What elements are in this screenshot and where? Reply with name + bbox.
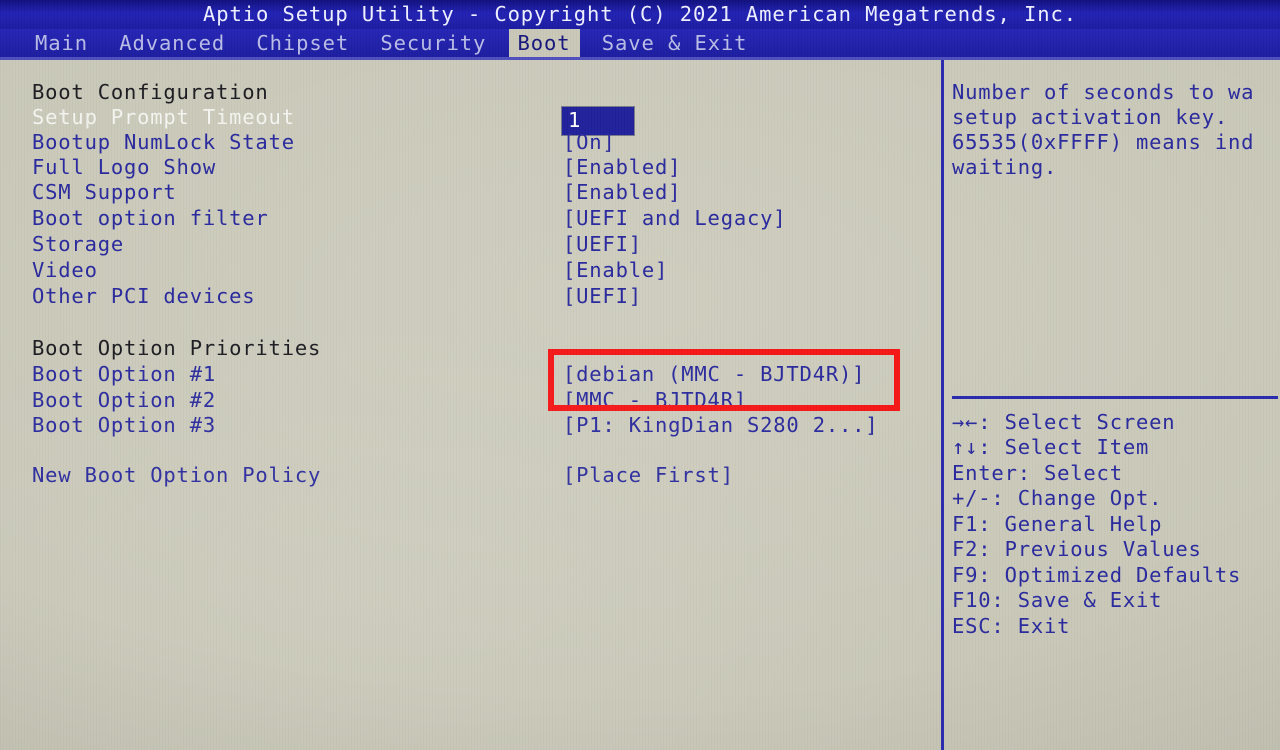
setting-label: Boot Option #1 bbox=[32, 362, 216, 386]
setting-value[interactable]: [UEFI] bbox=[563, 284, 642, 309]
setting-row-video[interactable]: Video [Enable] bbox=[0, 258, 941, 283]
section-header-boot-configuration: Boot Configuration bbox=[0, 80, 941, 105]
menu-tab-save-exit[interactable]: Save & Exit bbox=[593, 29, 757, 57]
setting-row-storage[interactable]: Storage [UEFI] bbox=[0, 232, 941, 257]
setting-value[interactable]: [Enable] bbox=[563, 258, 668, 283]
menu-tab-boot[interactable]: Boot bbox=[508, 29, 580, 57]
legend-previous-values: F2: Previous Values bbox=[952, 537, 1202, 561]
setting-value[interactable]: [MMC - BJTD4R] bbox=[563, 388, 747, 413]
help-text-line: Number of seconds to wa bbox=[952, 80, 1255, 104]
setting-row-boot-option-2[interactable]: Boot Option #2 [MMC - BJTD4R] bbox=[0, 388, 941, 413]
legend-enter-select: Enter: Select bbox=[952, 461, 1123, 485]
setting-value[interactable]: [Enabled] bbox=[563, 155, 681, 180]
menu-tab-advanced[interactable]: Advanced bbox=[110, 29, 234, 57]
help-pane: Number of seconds to wa setup activation… bbox=[944, 60, 1280, 750]
setting-row-other-pci-devices[interactable]: Other PCI devices [UEFI] bbox=[0, 284, 941, 309]
setting-label: Boot Option #2 bbox=[32, 388, 216, 412]
setting-label: Other PCI devices bbox=[32, 284, 256, 308]
setting-label: Setup Prompt Timeout bbox=[32, 105, 295, 129]
setting-label: Full Logo Show bbox=[32, 155, 216, 179]
menu-tab-main[interactable]: Main bbox=[26, 29, 97, 57]
help-text-line: setup activation key. bbox=[952, 105, 1228, 129]
section-header-boot-option-priorities: Boot Option Priorities bbox=[0, 336, 941, 361]
section-header-label: Boot Configuration bbox=[32, 80, 269, 104]
boot-settings-pane: Boot Configuration Setup Prompt Timeout … bbox=[0, 60, 941, 750]
legend-select-screen: →←: Select Screen bbox=[952, 410, 1176, 434]
legend-optimized-defaults: F9: Optimized Defaults bbox=[952, 563, 1242, 587]
title-bar: Aptio Setup Utility - Copyright (C) 2021… bbox=[0, 0, 1280, 29]
setting-label: Video bbox=[32, 258, 98, 282]
menu-tab-chipset[interactable]: Chipset bbox=[247, 29, 358, 57]
setting-value[interactable]: [debian (MMC - BJTD4R)] bbox=[563, 362, 865, 387]
setting-row-boot-option-1[interactable]: Boot Option #1 [debian (MMC - BJTD4R)] bbox=[0, 362, 941, 387]
setting-label: Boot option filter bbox=[32, 206, 269, 230]
help-text-line: 65535(0xFFFF) means ind bbox=[952, 130, 1255, 154]
setting-value[interactable]: [P1: KingDian S280 2...] bbox=[563, 413, 878, 438]
setting-row-new-boot-option-policy[interactable]: New Boot Option Policy [Place First] bbox=[0, 463, 941, 488]
setting-value[interactable]: [UEFI and Legacy] bbox=[563, 206, 786, 231]
setting-row-boot-option-3[interactable]: Boot Option #3 [P1: KingDian S280 2...] bbox=[0, 413, 941, 438]
setting-row-full-logo-show[interactable]: Full Logo Show [Enabled] bbox=[0, 155, 941, 180]
setting-label: New Boot Option Policy bbox=[32, 463, 322, 487]
legend-esc-exit: ESC: Exit bbox=[952, 614, 1071, 638]
menu-tab-security[interactable]: Security bbox=[371, 29, 495, 57]
bios-setup-screen: Aptio Setup Utility - Copyright (C) 2021… bbox=[0, 0, 1280, 750]
setting-row-csm-support[interactable]: CSM Support [Enabled] bbox=[0, 180, 941, 205]
setting-row-setup-prompt-timeout[interactable]: Setup Prompt Timeout 1 bbox=[0, 105, 941, 136]
help-text-line: waiting. bbox=[952, 155, 1058, 179]
setting-row-bootup-numlock-state[interactable]: Bootup NumLock State [On] bbox=[0, 130, 941, 155]
setting-label: CSM Support bbox=[32, 180, 177, 204]
help-legend-separator bbox=[952, 396, 1278, 399]
legend-change-opt: +/-: Change Opt. bbox=[952, 486, 1163, 510]
setting-value[interactable]: [Place First] bbox=[563, 463, 734, 488]
setting-label: Storage bbox=[32, 232, 124, 256]
setting-value[interactable]: [Enabled] bbox=[563, 180, 681, 205]
legend-general-help: F1: General Help bbox=[952, 512, 1163, 536]
setting-row-boot-option-filter[interactable]: Boot option filter [UEFI and Legacy] bbox=[0, 206, 941, 231]
legend-save-exit: F10: Save & Exit bbox=[952, 588, 1163, 612]
setting-label: Bootup NumLock State bbox=[32, 130, 295, 154]
section-header-label: Boot Option Priorities bbox=[32, 336, 322, 360]
setting-label: Boot Option #3 bbox=[32, 413, 216, 437]
legend-select-item: ↑↓: Select Item bbox=[952, 435, 1150, 459]
setting-value[interactable]: [UEFI] bbox=[563, 232, 642, 257]
menu-bar: Main Advanced Chipset Security Boot Save… bbox=[0, 29, 1280, 57]
setting-value[interactable]: [On] bbox=[563, 130, 616, 155]
